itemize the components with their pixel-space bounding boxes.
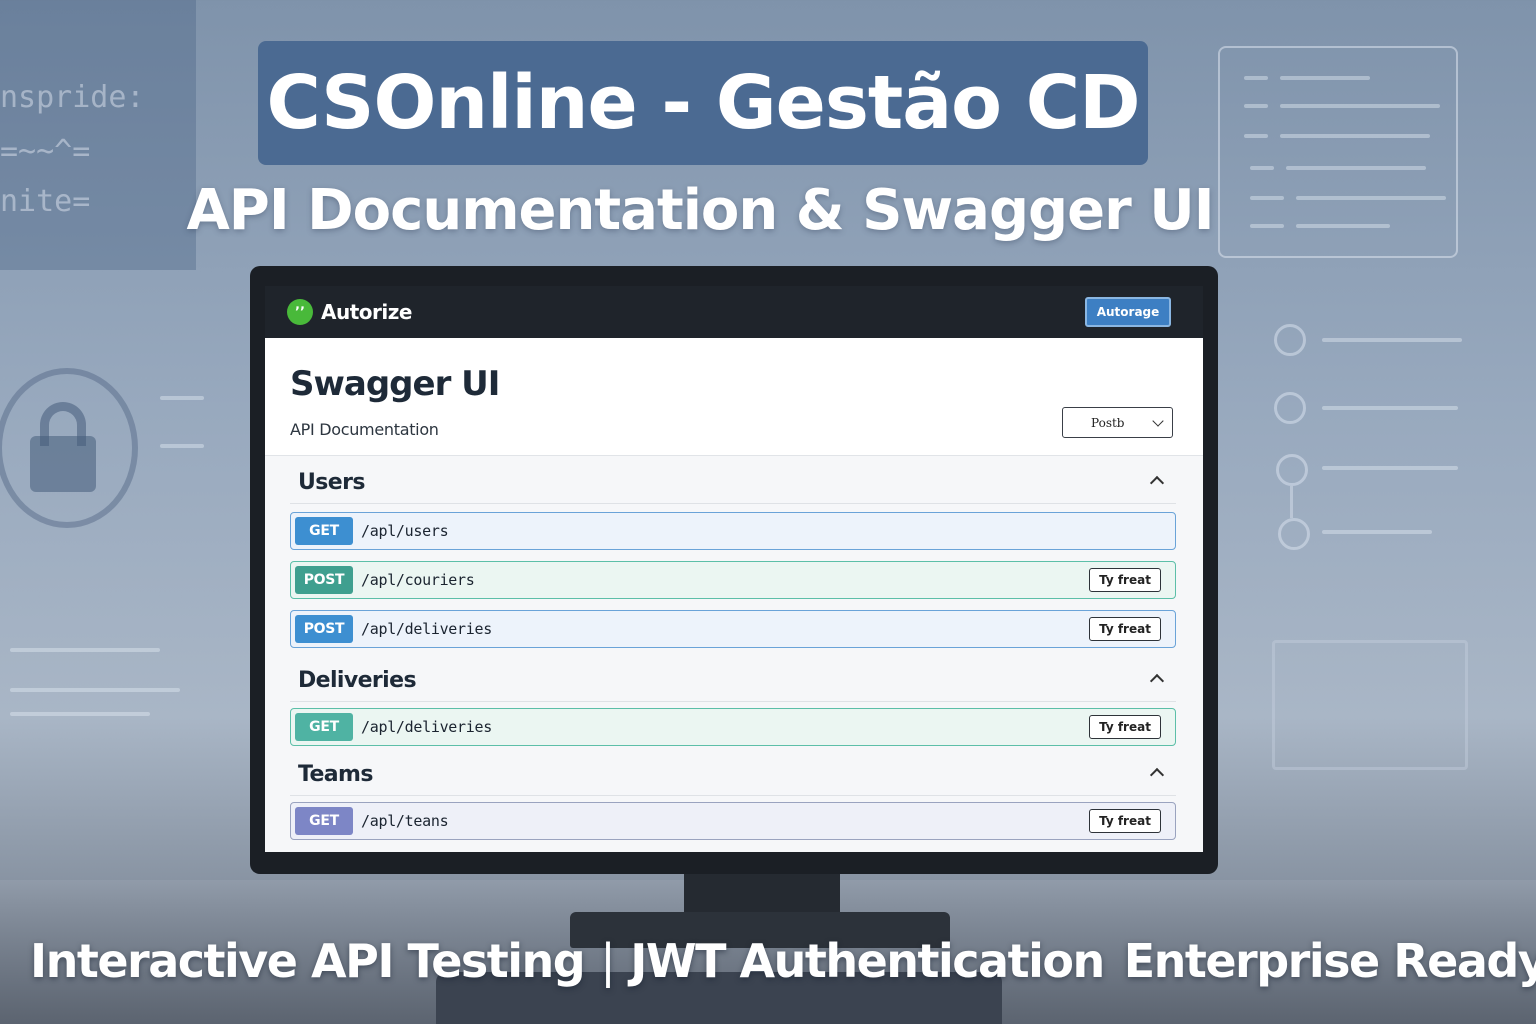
background-line [1280, 76, 1370, 80]
try-it-out-button[interactable]: Ty freat [1089, 715, 1161, 739]
chevron-up-icon[interactable] [1149, 673, 1165, 689]
section-deliveries[interactable]: Deliveries [290, 656, 1176, 702]
background-line [1286, 166, 1426, 170]
chevron-up-icon[interactable] [1149, 767, 1165, 783]
method-badge: GET [295, 807, 353, 835]
operation-row[interactable]: GET /apl/teans Ty freat [290, 802, 1176, 840]
background-map-diagram [1272, 640, 1468, 770]
background-line [1244, 76, 1268, 80]
try-it-out-button[interactable]: Ty freat [1089, 568, 1161, 592]
server-select-value: Postb [1091, 415, 1125, 430]
method-badge: POST [295, 566, 353, 594]
feature-jwt-auth: JWT Authentication [630, 934, 1105, 988]
chevron-up-icon[interactable] [1149, 475, 1165, 491]
authorize-button[interactable]: Autorage [1085, 297, 1171, 327]
background-line [1244, 134, 1268, 138]
operation-row[interactable]: POST /apl/couriers Ty freat [290, 561, 1176, 599]
server-select[interactable]: Postb [1062, 407, 1173, 438]
background-circle-icon [1274, 324, 1306, 356]
background-line [10, 648, 160, 652]
background-line [1322, 338, 1462, 342]
background-circle-icon [1278, 518, 1310, 550]
chevron-down-icon [1152, 415, 1164, 427]
swagger-topbar: ʼʼ Autorize Autorage [265, 286, 1203, 338]
section-teams[interactable]: Teams [290, 750, 1176, 796]
operation-path: /apl/deliveries [361, 718, 492, 736]
background-line [1244, 104, 1268, 108]
section-title: Users [298, 470, 365, 495]
operation-row[interactable]: GET /apl/users [290, 512, 1176, 550]
background-circle-icon [1276, 454, 1308, 486]
background-line [1280, 104, 1440, 108]
background-line [10, 688, 180, 692]
swagger-screen: ʼʼ Autorize Autorage Swagger UI API Docu… [265, 286, 1203, 852]
background-lock-icon-body [30, 436, 96, 492]
background-line [1250, 166, 1274, 170]
feature-enterprise-ready: Enterprise Ready [1123, 934, 1536, 988]
method-badge: GET [295, 517, 353, 545]
page-subtitle: API Documentation & Swagger UI [186, 178, 1214, 243]
try-it-out-button[interactable]: Ty freat [1089, 809, 1161, 833]
background-circle-icon [1274, 392, 1306, 424]
background-code-line: nspride: [0, 80, 145, 115]
try-it-out-button[interactable]: Ty freat [1089, 617, 1161, 641]
swagger-logo-icon: ʼʼ [287, 299, 313, 325]
operation-row[interactable]: GET /apl/deliveries Ty freat [290, 708, 1176, 746]
operation-row[interactable]: POST /apl/deliveries Ty freat [290, 610, 1176, 648]
background-line [1322, 466, 1458, 470]
method-badge: POST [295, 615, 353, 643]
background-line [10, 712, 150, 716]
operation-path: /apl/users [361, 522, 449, 540]
section-title: Deliveries [298, 668, 417, 693]
feature-separator: | [600, 934, 616, 988]
page-title: CSOnline - Gestão CD [266, 60, 1140, 146]
swagger-title: Swagger UI [290, 364, 500, 404]
feature-strip: Interactive API Testing | JWT Authentica… [30, 926, 1536, 996]
operation-path: /apl/deliveries [361, 620, 492, 638]
background-code-line: =~~^= [0, 134, 91, 169]
swagger-description: API Documentation [290, 420, 439, 439]
api-info: Swagger UI API Documentation Postb [265, 338, 1203, 456]
swagger-brand: Autorize [321, 300, 412, 324]
operation-path: /apl/teans [361, 812, 449, 830]
background-line [1322, 406, 1458, 410]
title-banner: CSOnline - Gestão CD [258, 41, 1148, 165]
background-line [160, 396, 204, 400]
background-line [160, 444, 204, 448]
section-users[interactable]: Users [290, 458, 1176, 504]
method-badge: GET [295, 713, 353, 741]
background-line [1322, 530, 1432, 534]
background-line [1280, 134, 1430, 138]
section-title: Teams [298, 762, 373, 787]
background-connector [1290, 486, 1293, 518]
feature-interactive-testing: Interactive API Testing [30, 934, 586, 988]
operation-path: /apl/couriers [361, 571, 475, 589]
